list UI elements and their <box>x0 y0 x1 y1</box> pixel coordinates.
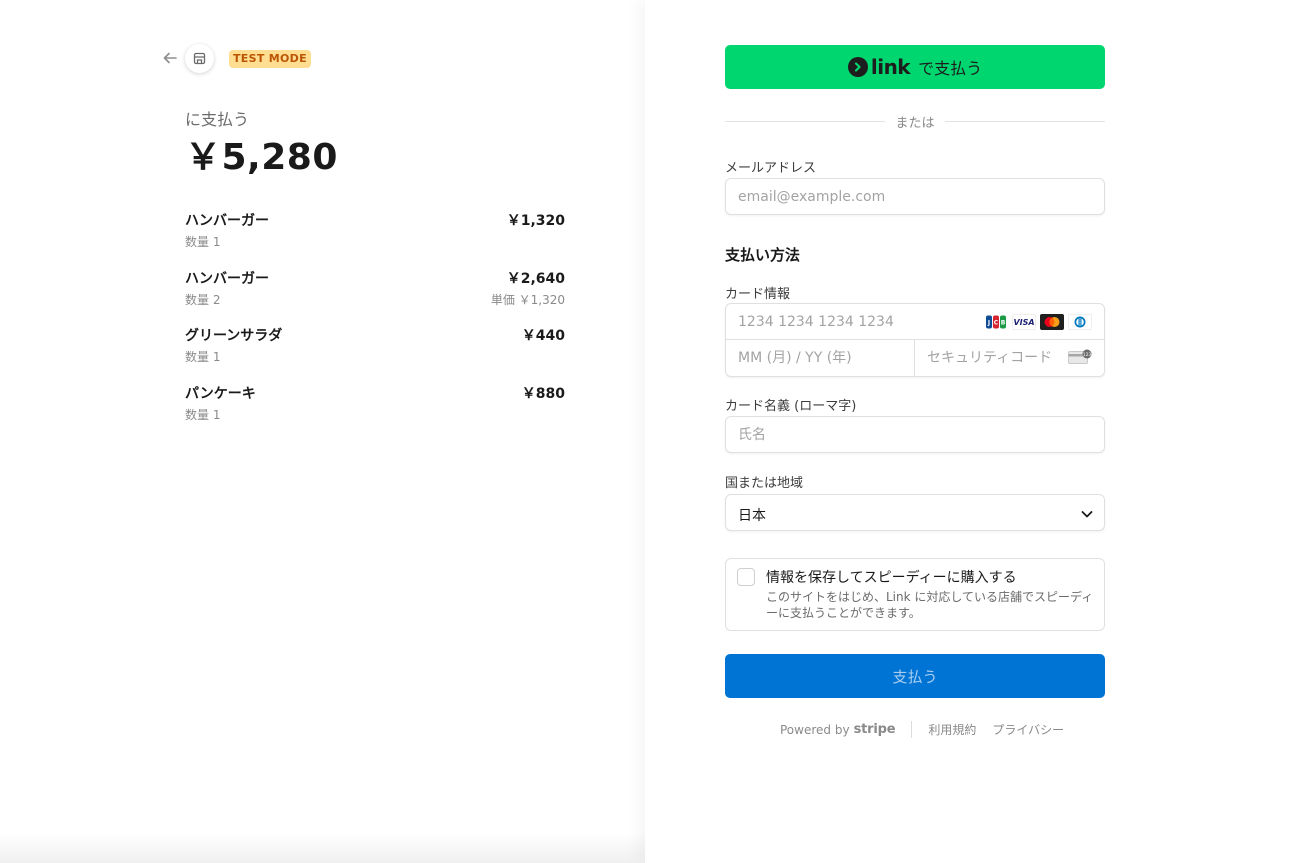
stripe-logo: stripe <box>853 722 896 737</box>
divider-text: または <box>895 116 935 131</box>
cvc-card-icon: 123 <box>1068 349 1092 365</box>
svg-text:123: 123 <box>1083 352 1092 358</box>
card-expiry-input[interactable] <box>726 340 915 376</box>
diners-icon <box>1068 314 1092 330</box>
country-label: 国または地域 <box>725 476 804 491</box>
test-mode-badge: TEST MODE <box>229 50 311 68</box>
svg-text:C: C <box>994 320 999 327</box>
item-price: ￥880 <box>521 385 565 402</box>
powered-by-label: Powered by <box>780 722 850 737</box>
item-price: ￥2,640 <box>506 270 565 287</box>
item-quantity: 数量 1 <box>185 235 221 249</box>
link-pay-label: で支払う <box>918 59 983 78</box>
order-summary-panel: TEST MODE に支払う ￥5,280 ハンバーガー 数量 1 ￥1,320… <box>0 0 645 863</box>
link-pay-button[interactable]: link で支払う <box>725 45 1105 89</box>
card-brands: JCB VISA <box>984 314 1092 330</box>
visa-icon: VISA <box>1012 314 1036 330</box>
or-divider: または <box>725 111 1105 131</box>
item-name: グリーンサラダ <box>185 328 283 344</box>
card-info-field: JCB VISA 123 <box>725 303 1105 377</box>
total-amount: ￥5,280 <box>185 137 338 178</box>
svg-text:J: J <box>987 320 990 327</box>
card-info-label: カード情報 <box>725 287 791 302</box>
item-price: ￥1,320 <box>506 213 565 229</box>
jcb-icon: JCB <box>984 314 1008 330</box>
link-chevron-icon <box>847 57 868 77</box>
item-name: ハンバーガー <box>185 213 269 229</box>
item-unit-price: 単価 ￥1,320 <box>490 292 565 307</box>
line-item: ハンバーガー 数量 2 ￥2,640 単価 ￥1,320 <box>185 268 565 326</box>
line-item: ハンバーガー 数量 1 ￥1,320 <box>185 210 565 268</box>
item-quantity: 数量 2 <box>185 292 221 307</box>
item-quantity: 数量 1 <box>185 350 221 364</box>
country-value: 日本 <box>738 508 766 524</box>
footer: Powered by stripe 利用規約 プライバシー <box>780 721 1080 738</box>
back-arrow-icon[interactable] <box>162 50 180 68</box>
cardholder-name-input[interactable] <box>725 416 1105 453</box>
item-name: パンケーキ <box>185 385 256 402</box>
mastercard-icon <box>1040 314 1064 330</box>
powered-by-stripe[interactable]: Powered by stripe <box>780 722 896 737</box>
line-items: ハンバーガー 数量 1 ￥1,320 ハンバーガー 数量 2 ￥2,640 単価… <box>185 210 565 440</box>
save-info-description: このサイトをはじめ、Link に対応している店舗でスピーディーに支払うことができ… <box>766 590 1094 620</box>
privacy-link[interactable]: プライバシー <box>992 721 1064 738</box>
line-item: パンケーキ 数量 1 ￥880 <box>185 383 565 441</box>
save-info-title: 情報を保存してスピーディーに購入する <box>766 570 1017 586</box>
bottom-fade <box>0 833 645 863</box>
terms-link[interactable]: 利用規約 <box>928 721 976 738</box>
country-select[interactable]: 日本 <box>725 494 1105 531</box>
item-name: ハンバーガー <box>185 270 269 287</box>
visa-text: VISA <box>1013 317 1035 327</box>
save-info-box: 情報を保存してスピーディーに購入する このサイトをはじめ、Link に対応してい… <box>725 558 1105 631</box>
email-input[interactable] <box>725 178 1105 215</box>
payment-method-title: 支払い方法 <box>725 246 801 264</box>
svg-text:B: B <box>1001 320 1006 327</box>
email-label: メールアドレス <box>725 161 817 176</box>
line-item: グリーンサラダ 数量 1 ￥440 <box>185 325 565 383</box>
chevron-down-icon <box>1081 511 1093 518</box>
cardholder-label: カード名義 (ローマ字) <box>725 399 857 414</box>
link-brand-text: link <box>870 55 911 79</box>
store-icon <box>185 44 214 73</box>
pay-button[interactable]: 支払う <box>725 654 1105 698</box>
save-info-checkbox[interactable] <box>737 568 755 586</box>
link-logo: link <box>847 55 918 79</box>
pay-to-label: に支払う <box>185 110 250 129</box>
item-quantity: 数量 1 <box>185 407 221 422</box>
item-price: ￥440 <box>521 328 565 344</box>
footer-separator <box>911 721 913 738</box>
